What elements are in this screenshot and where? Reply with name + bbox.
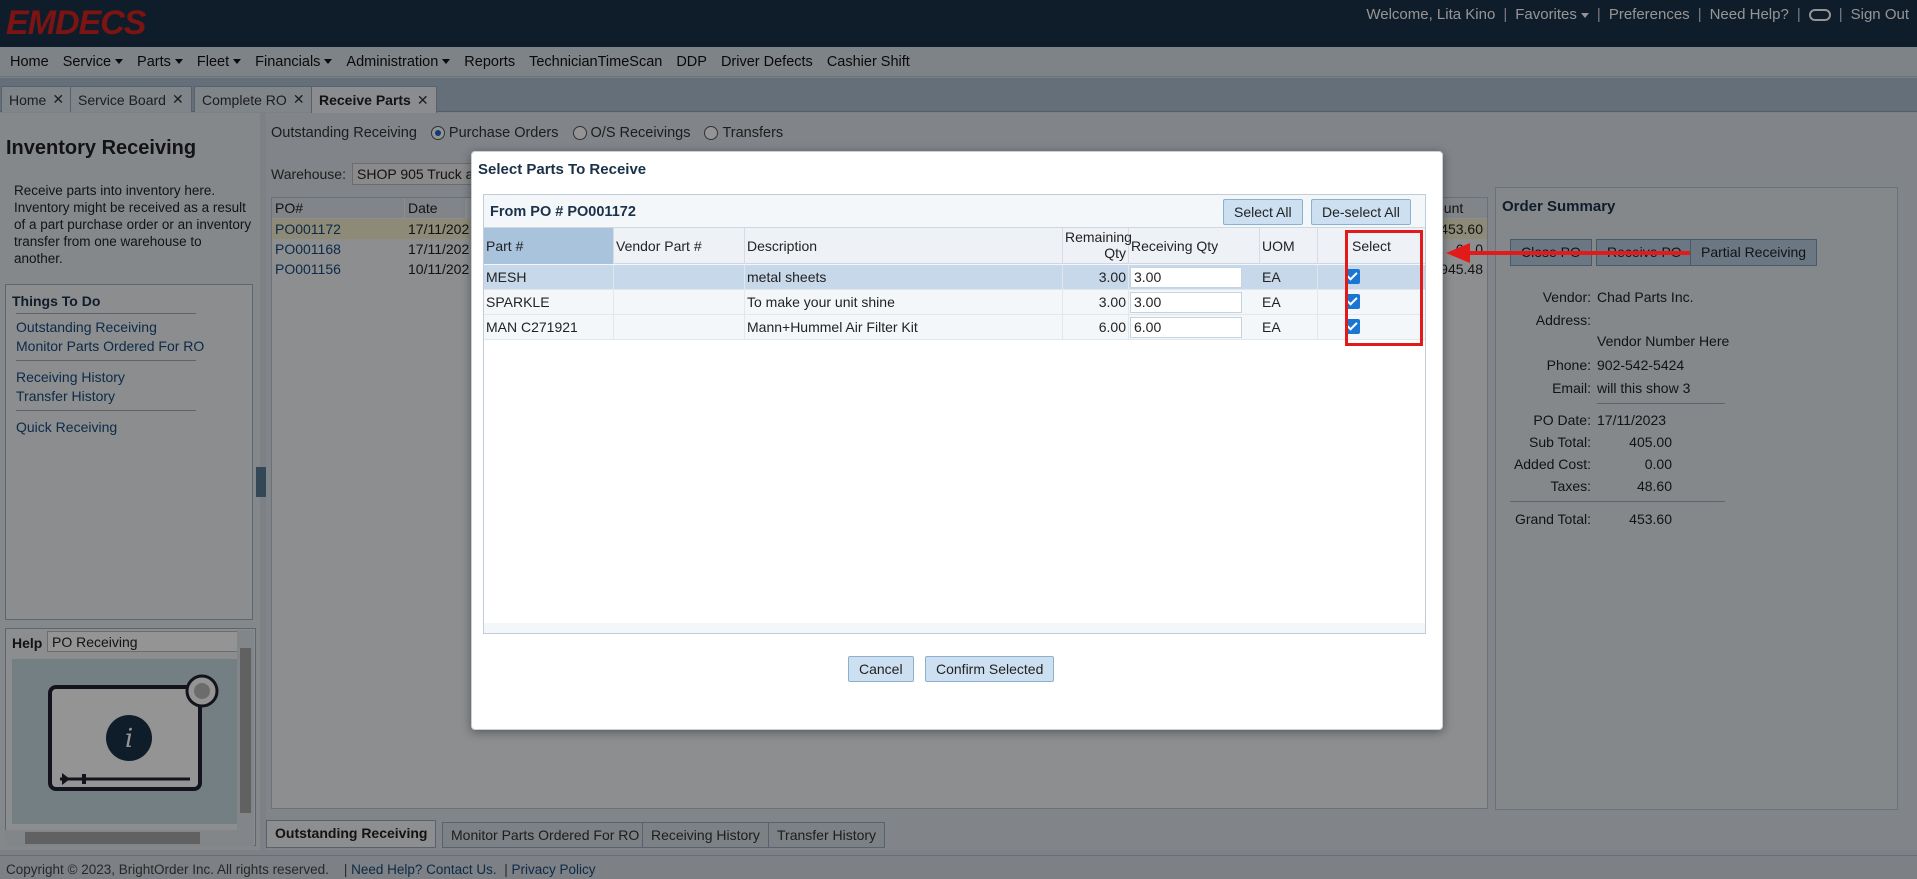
table-row[interactable]: SPARKLE To make your unit shine 3.00 3.0… [484,290,1425,315]
description-cell: Mann+Hummel Air Filter Kit [745,315,1063,339]
vendor-part-cell [614,290,745,314]
deselect-all-button[interactable]: De-select All [1311,199,1411,225]
receiving-qty-input[interactable]: 3.00 [1130,292,1242,313]
parts-grid-container: From PO # PO001172 Select All De-select … [483,194,1426,634]
description-cell: metal sheets [745,265,1063,289]
grid-header: Part # Vendor Part # Description Remaini… [484,227,1425,264]
column-header-description[interactable]: Description [745,228,1063,264]
grid-empty-area [484,340,1425,623]
receiving-qty-input[interactable]: 3.00 [1130,267,1242,288]
dialog-title: Select Parts To Receive [478,161,647,178]
confirm-selected-button[interactable]: Confirm Selected [925,656,1055,682]
uom-cell: EA [1260,265,1318,289]
receiving-qty-input[interactable]: 6.00 [1130,317,1242,338]
vendor-part-cell [614,265,745,289]
select-all-button[interactable]: Select All [1223,199,1303,225]
highlight-box [1345,230,1423,346]
uom-cell: EA [1260,290,1318,314]
select-parts-dialog: Select Parts To Receive From PO # PO0011… [471,151,1443,730]
description-cell: To make your unit shine [745,290,1063,314]
part-cell: SPARKLE [484,290,614,314]
column-header-receiving-qty[interactable]: Receiving Qty [1129,228,1260,264]
part-cell: MAN C271921 [484,315,614,339]
cancel-button[interactable]: Cancel [848,656,914,682]
table-row[interactable]: MAN C271921 Mann+Hummel Air Filter Kit 6… [484,315,1425,340]
column-header-remaining-qty[interactable]: Remaining Qty [1063,228,1132,264]
column-header-vendor-part[interactable]: Vendor Part # [614,228,745,264]
remaining-qty-cell: 3.00 [1063,265,1129,289]
column-header-uom[interactable]: UOM [1260,228,1318,264]
from-po-label: From PO # PO001172 [490,204,636,220]
vendor-part-cell [614,315,745,339]
arrow-left-icon [1446,243,1690,263]
column-header-part[interactable]: Part # [484,228,614,264]
uom-cell: EA [1260,315,1318,339]
remaining-qty-cell: 3.00 [1063,290,1129,314]
remaining-qty-cell: 6.00 [1063,315,1129,339]
table-row[interactable]: MESH metal sheets 3.00 3.00 EA [484,265,1425,290]
part-cell: MESH [484,265,614,289]
